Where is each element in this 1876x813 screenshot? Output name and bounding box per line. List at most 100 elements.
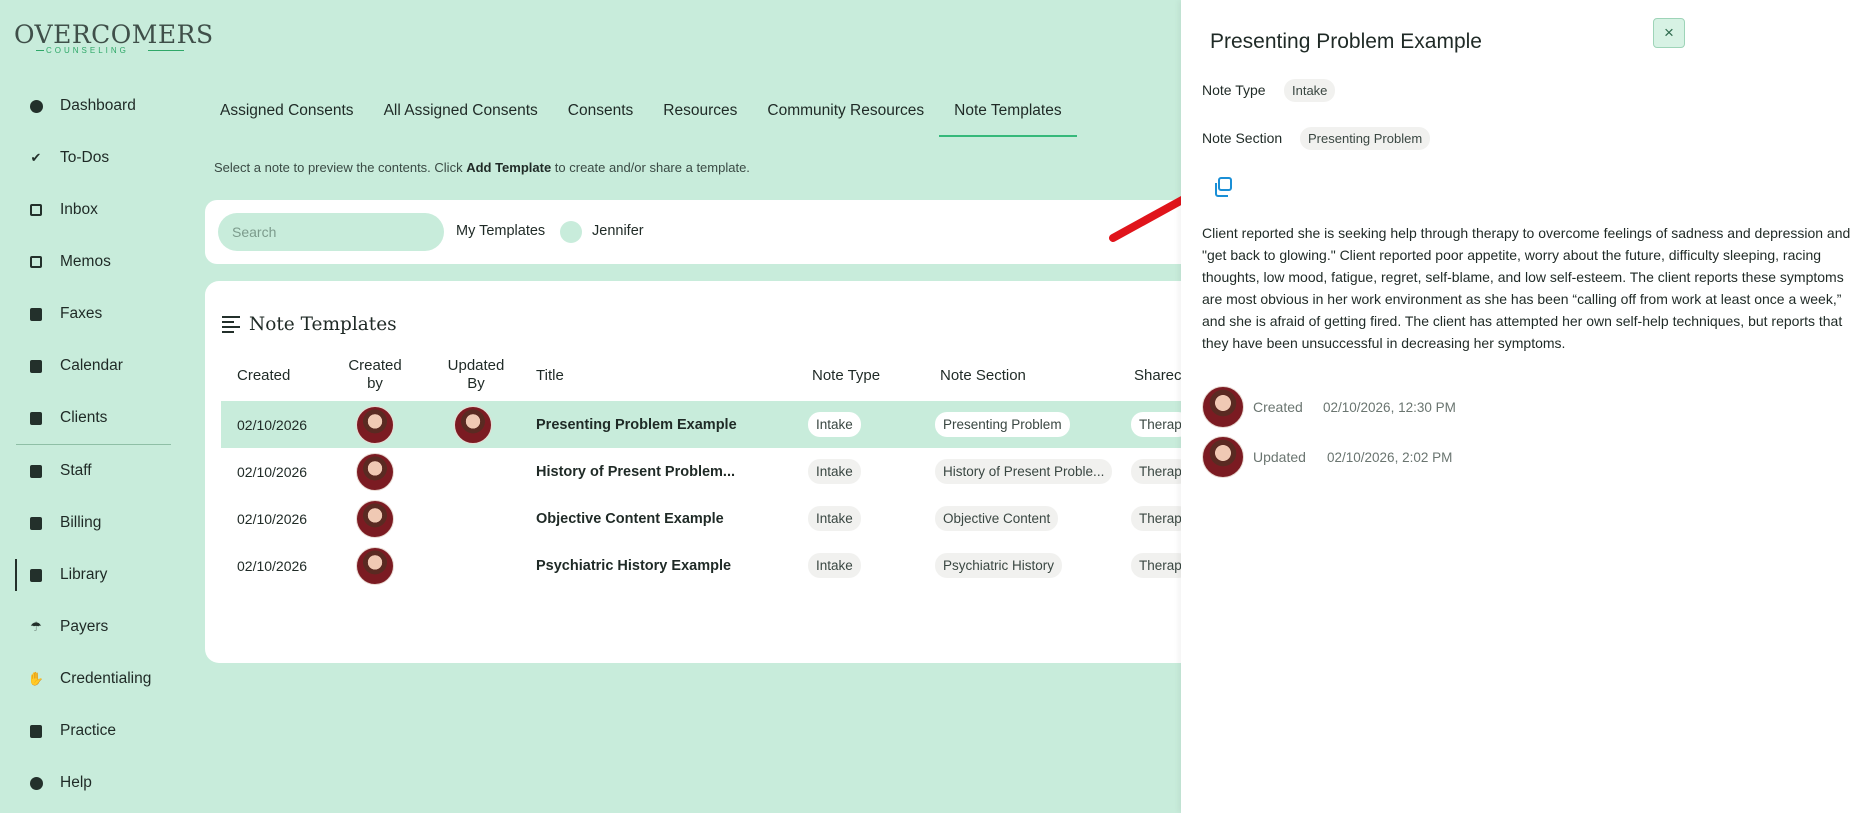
note-section-pill: History of Present Proble... (935, 459, 1113, 484)
user-filter-toggle[interactable] (560, 221, 582, 243)
creator-avatar (356, 499, 394, 538)
col-note-section[interactable]: Note Section (940, 367, 1026, 385)
template-title: Objective Content Example (536, 510, 724, 527)
updated-label: Updated (1253, 449, 1306, 465)
creator-avatar (356, 452, 394, 491)
sidebar-item-memos[interactable]: Memos (0, 236, 185, 288)
sidebar-item-label: Calendar (60, 357, 123, 374)
handshake-icon: ✋ (27, 671, 45, 686)
list-icon (222, 313, 240, 336)
sidebar-item-label: Payers (60, 618, 109, 635)
building-icon (28, 723, 44, 739)
tab-community-resources[interactable]: Community Resources (752, 92, 939, 137)
sidebar-item-label: Practice (60, 722, 116, 739)
col-note-type[interactable]: Note Type (812, 367, 880, 385)
creator-avatar (356, 546, 394, 585)
sidebar-item-label: Clients (60, 409, 108, 426)
note-type-pill: Intake (808, 506, 861, 531)
sidebar-item-to-dos[interactable]: ✔ To-Dos (0, 132, 185, 184)
calendar-icon (28, 358, 44, 374)
user-filter-name: Jennifer (592, 223, 644, 239)
col-created-by[interactable]: Created by (347, 357, 403, 393)
dashboard-icon (28, 98, 44, 114)
sidebar-item-faxes[interactable]: Faxes (0, 288, 185, 340)
note-section-pill: Psychiatric History (935, 553, 1063, 578)
clients-icon (28, 410, 44, 426)
sidebar: OVERCOMERS COUNSELING Dashboard ✔ To-Dos … (0, 0, 213, 813)
updater-avatar (1202, 436, 1244, 478)
template-title: Presenting Problem Example (536, 416, 737, 433)
help-icon (28, 775, 44, 791)
note-templates-card: Note Templates Created Created by Updated… (205, 281, 1205, 663)
close-button[interactable]: × (1653, 18, 1685, 48)
sidebar-item-payers[interactable]: ☂ Payers (0, 601, 185, 653)
col-updated-by[interactable]: Updated By (441, 357, 511, 393)
template-title: History of Present Problem... (536, 463, 736, 480)
created-date: 02/10/2026 (237, 416, 308, 433)
billing-icon (28, 515, 44, 531)
sidebar-item-library[interactable]: Library (0, 549, 185, 601)
sidebar-nav: Dashboard ✔ To-Dos Inbox Memos Faxes Cale… (0, 80, 185, 809)
add-template-text: Add Template (466, 160, 552, 175)
sidebar-item-staff[interactable]: Staff (0, 445, 185, 497)
filter-bar: My Templates Jennifer (205, 200, 1205, 264)
sidebar-item-dashboard[interactable]: Dashboard (0, 80, 185, 132)
sidebar-item-label: Staff (60, 462, 92, 479)
sidebar-item-label: Faxes (60, 305, 103, 322)
tab-assigned-consents[interactable]: Assigned Consents (205, 92, 369, 137)
card-title: Note Templates (249, 314, 397, 335)
table-row[interactable]: 02/10/2026 Psychiatric History Example I… (221, 542, 1205, 589)
note-section-value: Presenting Problem (1300, 127, 1431, 150)
sidebar-item-label: Memos (60, 253, 111, 270)
tab-note-templates[interactable]: Note Templates (939, 92, 1077, 137)
umbrella-icon: ☂ (30, 619, 42, 634)
my-templates-label: My Templates (456, 223, 546, 239)
sidebar-item-clients[interactable]: Clients (0, 392, 185, 444)
copy-icon[interactable] (1212, 176, 1234, 198)
instructions-text: Select a note to preview the contents. C… (214, 160, 750, 175)
created-label: Created (1253, 399, 1303, 415)
updater-avatar (454, 405, 492, 444)
template-body: Client reported she is seeking help thro… (1202, 225, 1851, 351)
sidebar-item-label: Credentialing (60, 670, 152, 687)
staff-icon (28, 463, 44, 479)
memo-icon (28, 254, 44, 270)
library-tabs: Assigned Consents All Assigned Consents … (205, 92, 1077, 137)
library-icon (28, 567, 44, 583)
table-row[interactable]: 02/10/2026 History of Present Problem...… (221, 448, 1205, 495)
search-input[interactable] (218, 213, 444, 251)
inbox-icon (28, 202, 44, 218)
sidebar-item-credentialing[interactable]: ✋ Credentialing (0, 653, 185, 705)
col-title[interactable]: Title (536, 367, 564, 385)
col-shared[interactable]: Sharec (1134, 367, 1182, 385)
created-date: 02/10/2026 (237, 510, 308, 527)
tab-consents[interactable]: Consents (553, 92, 648, 137)
sidebar-item-help[interactable]: Help (0, 757, 185, 809)
sidebar-item-label: Library (60, 566, 108, 583)
sidebar-item-label: Billing (60, 514, 102, 531)
brand-tagline: COUNSELING (46, 46, 129, 55)
checklist-icon: ✔ (30, 150, 42, 165)
table-row[interactable]: 02/10/2026 Presenting Problem Example In… (221, 401, 1205, 448)
sidebar-item-calendar[interactable]: Calendar (0, 340, 185, 392)
card-header: Note Templates (222, 313, 397, 336)
note-type-label: Note Type (1202, 82, 1266, 98)
creator-avatar (1202, 386, 1244, 428)
logo[interactable]: OVERCOMERS COUNSELING (14, 18, 213, 58)
creator-avatar (356, 405, 394, 444)
sidebar-item-billing[interactable]: Billing (0, 497, 185, 549)
created-date: 02/10/2026 (237, 557, 308, 574)
created-meta: Created 02/10/2026, 12:30 PM (1202, 386, 1456, 428)
sidebar-item-label: To-Dos (60, 149, 110, 166)
created-value: 02/10/2026, 12:30 PM (1323, 399, 1456, 415)
tab-all-assigned-consents[interactable]: All Assigned Consents (369, 92, 553, 137)
sidebar-item-practice[interactable]: Practice (0, 705, 185, 757)
note-type-pill: Intake (808, 553, 861, 578)
sidebar-item-inbox[interactable]: Inbox (0, 184, 185, 236)
col-created[interactable]: Created (237, 367, 290, 385)
note-type-value: Intake (1284, 79, 1336, 102)
table-row[interactable]: 02/10/2026 Objective Content Example Int… (221, 495, 1205, 542)
sidebar-item-label: Dashboard (60, 97, 136, 114)
tab-resources[interactable]: Resources (648, 92, 752, 137)
sidebar-item-label: Help (60, 774, 92, 791)
